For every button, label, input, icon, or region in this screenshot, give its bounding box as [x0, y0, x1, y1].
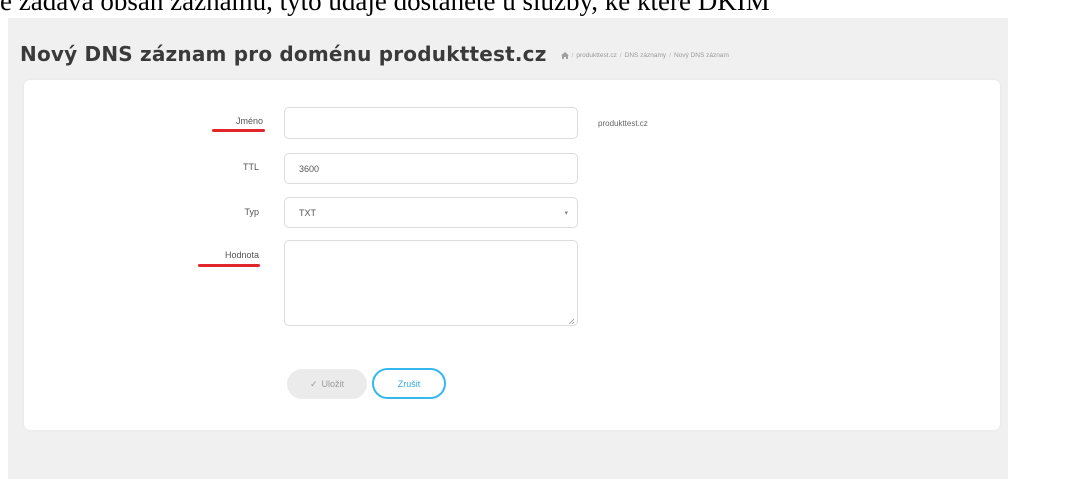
content-field[interactable] — [284, 240, 578, 326]
type-select[interactable]: TXT ▾ — [284, 197, 578, 228]
check-icon: ✓ — [309, 378, 318, 389]
content-label-underline — [198, 264, 260, 267]
save-button[interactable]: ✓ Uložit — [287, 369, 367, 399]
breadcrumb-item-current: Nový DNS záznam — [674, 51, 729, 59]
content-textarea[interactable] — [299, 249, 563, 319]
home-icon[interactable] — [560, 51, 569, 59]
domain-suffix: produkttest.cz — [598, 119, 648, 128]
name-label: Jméno — [235, 116, 263, 126]
type-select-value: TXT — [299, 207, 316, 218]
cancel-button[interactable]: Zrušit — [372, 368, 446, 399]
name-label-underline — [212, 129, 265, 132]
ttl-input[interactable] — [299, 163, 563, 174]
chevron-down-icon: ▾ — [564, 209, 568, 217]
breadcrumb-item-dns-records[interactable]: DNS záznamy — [625, 52, 667, 59]
breadcrumb-separator: / — [669, 51, 671, 59]
save-button-label: Uložit — [321, 379, 345, 389]
ttl-label: TTL — [242, 162, 259, 172]
breadcrumb: / produkttest.cz / DNS záznamy / Nový DN… — [560, 51, 729, 59]
ttl-field[interactable] — [284, 153, 578, 184]
name-field[interactable] — [284, 107, 578, 139]
breadcrumb-separator: / — [619, 51, 622, 59]
breadcrumb-separator: / — [571, 51, 574, 59]
type-label: Typ — [244, 207, 259, 217]
page-title: Nový DNS záznam pro doménu produkttest.c… — [20, 42, 547, 66]
page-header: Nový DNS záznam pro doménu produkttest.c… — [20, 40, 729, 68]
top-caption-text: e zadává obsah záznamu, tyto údaje dosta… — [0, 0, 770, 16]
name-input[interactable] — [299, 118, 563, 128]
content-label: Hodnota — [224, 250, 259, 260]
right-margin — [1008, 18, 1069, 479]
cancel-button-label: Zrušit — [397, 378, 421, 389]
resize-handle-icon[interactable] — [568, 316, 575, 325]
breadcrumb-item-domain[interactable]: produkttest.cz — [576, 52, 616, 59]
